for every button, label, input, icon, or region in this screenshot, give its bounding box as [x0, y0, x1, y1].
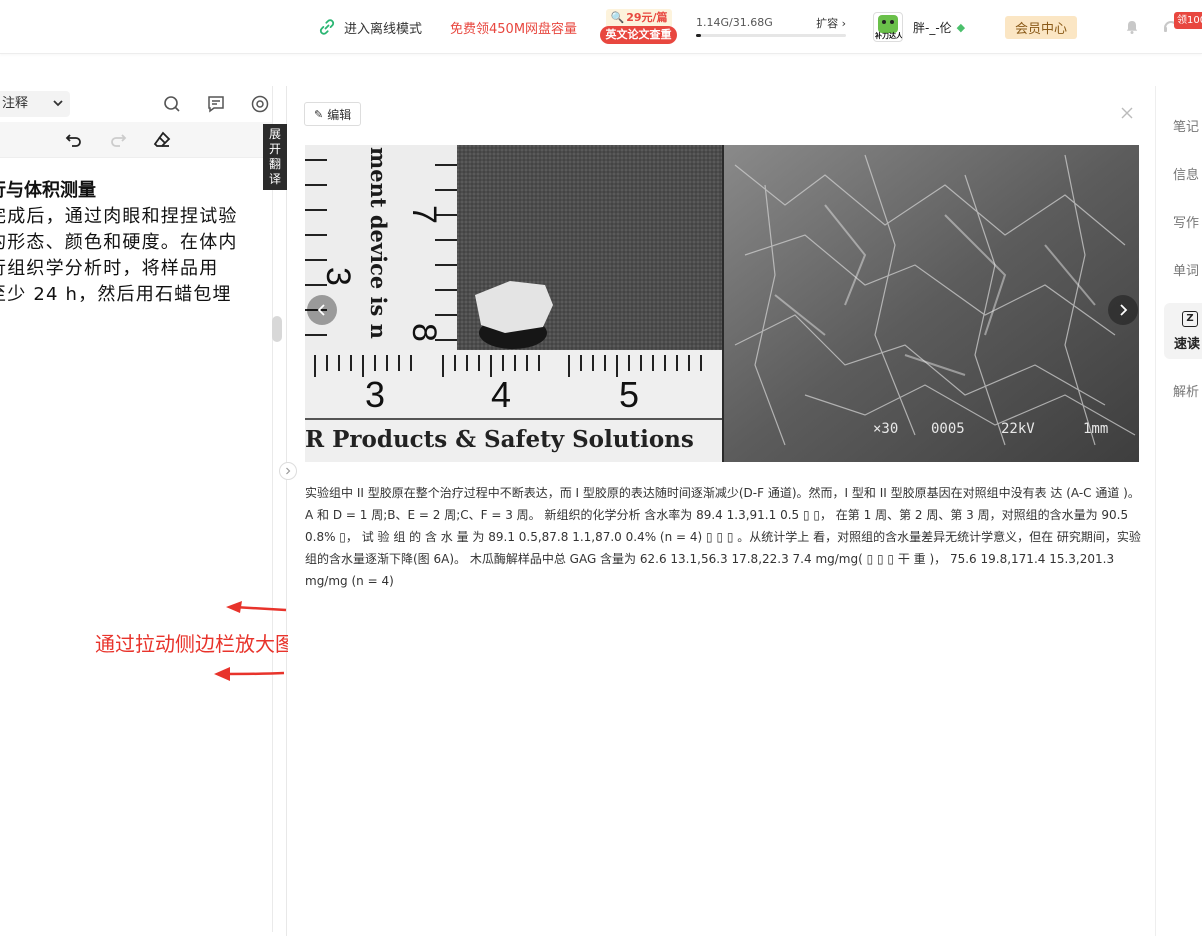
magnifier-icon: 🔍 — [610, 11, 625, 24]
right-sidebar: 笔记 信息 写作 单词 Z 速读 解析 — [1155, 86, 1202, 936]
figure-caption: 实验组中 II 型胶原在整个治疗过程中不断表达，而 I 型胶原的表达随时间逐渐减… — [305, 486, 1141, 588]
figure-photo-svg: ment device is n 7 8 3 3 4 5 R Products … — [305, 145, 1139, 462]
expand-translation-tab[interactable]: 展开翻译 — [263, 124, 287, 190]
expand-translation-label: 展开翻译 — [268, 127, 281, 186]
svg-text:22kV: 22kV — [1001, 421, 1035, 437]
sidebar-resize-handle[interactable] — [279, 462, 297, 480]
red-arrow-lower — [214, 667, 285, 681]
sidebar-item-notes[interactable]: 笔记 — [1173, 116, 1199, 135]
sidebar-item-analysis[interactable]: 解析 — [1173, 381, 1199, 400]
svg-text:×30: ×30 — [873, 421, 898, 437]
offline-mode-label: 进入离线模式 — [344, 21, 423, 37]
redo-icon[interactable] — [108, 130, 128, 150]
chevron-right-icon: › — [841, 17, 846, 30]
expand-storage-button[interactable]: 扩容 › — [816, 15, 846, 31]
annotation-text: 通过拉动侧边栏放大图片 — [95, 632, 315, 656]
sidebar-item-info[interactable]: 信息 — [1173, 164, 1199, 183]
close-icon[interactable] — [1118, 104, 1136, 122]
figure-image: ment device is n 7 8 3 3 4 5 R Products … — [305, 145, 1139, 462]
image-viewer-card: ✎ 编辑 ment device is n 7 8 3 3 4 5 R Prod… — [288, 86, 1155, 936]
avatar-face-icon — [878, 15, 898, 33]
storage-text: 1.14G/31.68G — [696, 16, 773, 29]
edit-button[interactable]: ✎ 编辑 — [304, 102, 362, 126]
doc-line: 完成后，通过肉眼和捏捏试验 — [0, 206, 238, 227]
vip-center-button[interactable]: 会员中心 — [1005, 16, 1078, 39]
promo-price: 29元/篇 — [626, 11, 668, 24]
notification-bell-icon[interactable] — [1124, 0, 1140, 54]
sidebar-item-vocabulary[interactable]: 单词 — [1173, 260, 1199, 279]
doc-line: 。 — [0, 308, 272, 334]
sidebar-item-speed-read[interactable]: Z 速读 — [1164, 303, 1202, 359]
offline-mode-button[interactable]: 进入离线模式 — [318, 0, 422, 54]
svg-text:0005: 0005 — [931, 421, 965, 437]
panel-divider — [272, 86, 273, 932]
vip-diamond-icon: ◆ — [956, 20, 966, 34]
ruler-number: 5 — [619, 374, 639, 415]
doc-heading: 行与体积测量 — [0, 180, 96, 201]
ruler-vertical-number: 8 — [405, 323, 443, 342]
document-content: 行与体积测量 完成后，通过肉眼和捏捏试验 的形态、颜色和硬度。在体内 行组织学分… — [0, 172, 272, 932]
chevron-right-icon — [286, 467, 291, 475]
avatar: 补刀达人 — [873, 12, 903, 42]
promo-label: 英文论文查重 — [600, 26, 677, 44]
doc-paragraph: 完成后，通过肉眼和捏捏试验 的形态、颜色和硬度。在体内 行组织学分析时，将样品用… — [0, 204, 272, 334]
sidebar-item-speed-read-label: 速读 — [1174, 337, 1201, 352]
username: 胖-_-伦 — [913, 20, 952, 35]
storage-usage: 1.14G/31.68G 扩容 › — [696, 12, 846, 42]
edit-toolbar — [0, 122, 272, 158]
search-icon[interactable] — [162, 94, 182, 114]
storage-progress-fill — [696, 34, 702, 37]
plagiarism-check-promo[interactable]: 🔍 29元/篇 英文论文查重 — [600, 9, 677, 45]
left-toolbar: 注释 — [0, 86, 287, 122]
eraser-icon[interactable] — [152, 130, 172, 150]
gift-badge[interactable]: 领100 — [1174, 12, 1202, 29]
chevron-left-icon — [317, 304, 325, 316]
doc-line: 至少 24 h，然后用石蜡包埋 — [0, 284, 232, 305]
speed-read-icon: Z — [1182, 311, 1198, 327]
settings-gear-icon[interactable] — [250, 94, 270, 114]
ruler-number: 3 — [365, 374, 385, 415]
doc-line: 行组织学分析时，将样品用 — [0, 258, 219, 279]
user-profile[interactable]: 补刀达人 胖-_-伦 ◆ — [873, 0, 965, 54]
left-document-panel: 注释 展开翻译 行与体积测量 完成后，通过肉眼和捏捏试验 的形态、颜色和硬度。在… — [0, 86, 287, 936]
ruler-brand-text: R Products & Safety Solutions — [305, 426, 694, 453]
ruler-vertical-number: 7 — [405, 205, 443, 224]
ruler-vertical-number: 3 — [319, 267, 357, 286]
avatar-tag: 补刀达人 — [875, 32, 903, 40]
expand-storage-label: 扩容 — [816, 17, 839, 30]
annotation-mode-value: 注释 — [2, 96, 29, 111]
ruler-number: 4 — [491, 374, 511, 415]
free-storage-link[interactable]: 免费领450M网盘容量 — [450, 0, 577, 54]
comment-icon[interactable] — [206, 94, 226, 114]
red-arrow-upper — [226, 601, 287, 613]
next-image-button[interactable] — [1108, 295, 1138, 325]
undo-icon[interactable] — [64, 130, 84, 150]
storage-progress-bar — [696, 34, 846, 37]
ruler-vertical-text: ment device is n — [366, 147, 391, 339]
annotation-mode-select[interactable]: 注释 — [0, 91, 70, 117]
chevron-down-icon — [53, 100, 63, 107]
previous-image-button[interactable] — [307, 295, 337, 325]
link-icon — [319, 19, 335, 35]
pencil-icon: ✎ — [314, 107, 324, 121]
promo-price-tag: 🔍 29元/篇 — [606, 9, 672, 26]
chevron-right-icon — [1120, 304, 1128, 316]
svg-text:1mm: 1mm — [1083, 421, 1108, 437]
top-bar: 进入离线模式 免费领450M网盘容量 🔍 29元/篇 英文论文查重 1.14G/3… — [0, 0, 1202, 54]
doc-line: 的形态、颜色和硬度。在体内 — [0, 232, 238, 253]
edit-label: 编辑 — [327, 107, 352, 122]
scrollbar-thumb[interactable] — [272, 316, 282, 342]
sidebar-item-writing[interactable]: 写作 — [1173, 212, 1199, 231]
